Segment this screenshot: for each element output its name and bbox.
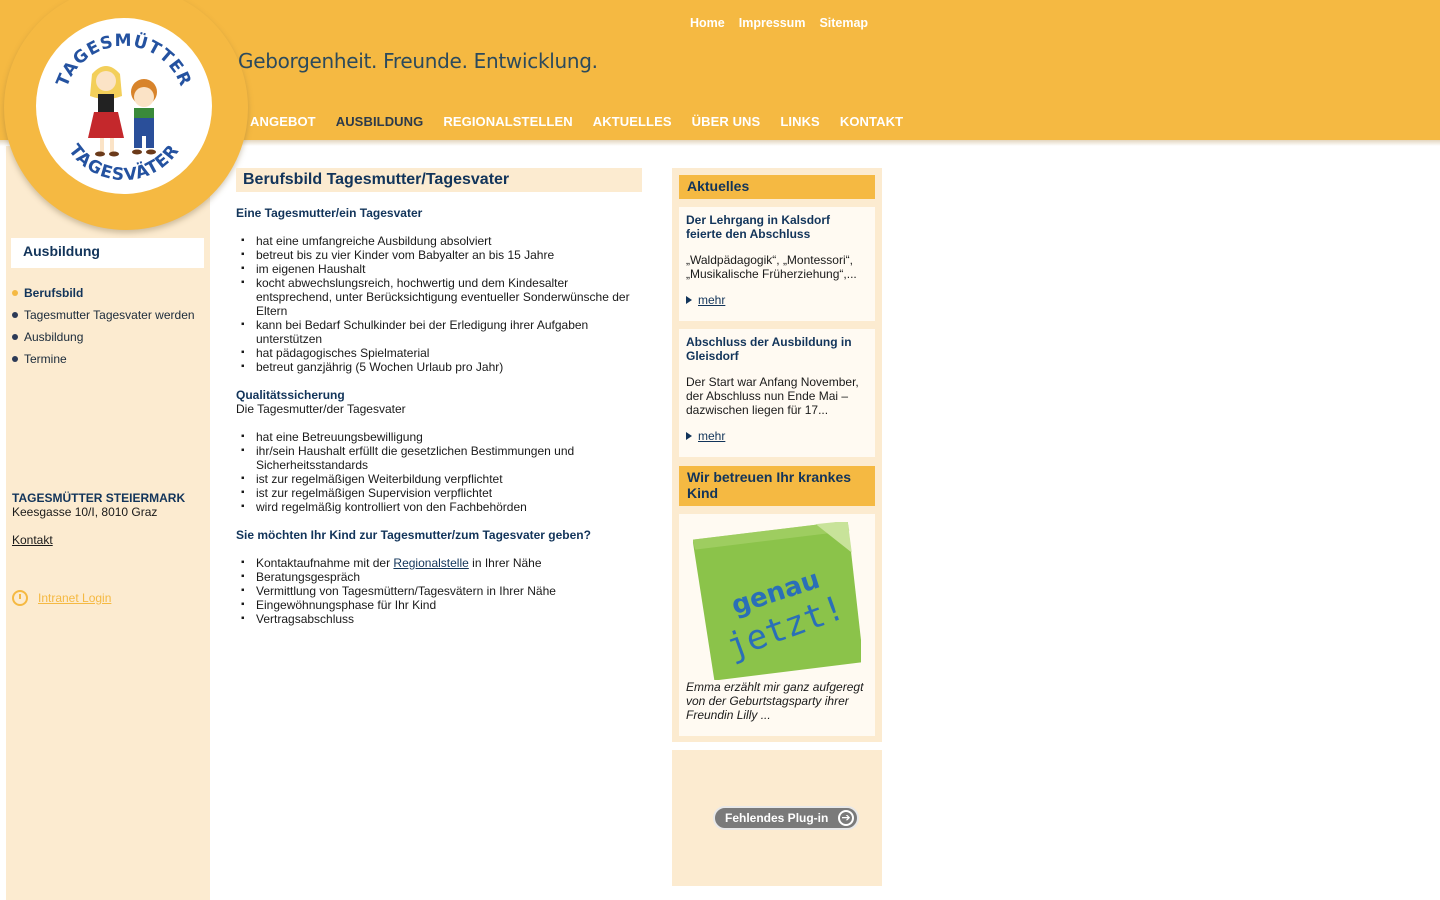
arrow-right-icon bbox=[686, 296, 692, 304]
plugin-label: Fehlendes Plug-in bbox=[725, 811, 829, 825]
news-title[interactable]: Der Lehrgang in Kalsdorf feierte den Abs… bbox=[686, 213, 868, 241]
sick-child-caption: Emma erzählt mir ganz aufgeregt von der … bbox=[686, 680, 864, 722]
nav-ueber-uns[interactable]: ÜBER UNS bbox=[692, 114, 761, 129]
news-more: mehr bbox=[686, 293, 868, 307]
news-more-link[interactable]: mehr bbox=[698, 429, 725, 443]
organisation-street: Keesgasse 10/I, 8010 Graz bbox=[12, 505, 158, 519]
main-content: Eine Tagesmutter/ein Tagesvater hat eine… bbox=[236, 206, 636, 640]
sick-child-heading: Wir betreuen Ihr krankes Kind bbox=[679, 466, 875, 506]
organisation-address: TAGESMÜTTER STEIERMARK Keesgasse 10/I, 8… bbox=[12, 491, 185, 519]
clock-icon bbox=[12, 590, 28, 606]
nav-home[interactable]: Home bbox=[690, 16, 725, 30]
list-item: Beratungsgespräch bbox=[236, 570, 636, 584]
news-title[interactable]: Abschluss der Ausbildung in Gleisdorf bbox=[686, 335, 868, 363]
list-item: Eingewöhnungsphase für Ihr Kind bbox=[236, 598, 636, 612]
subnav-item-berufsbild[interactable]: Berufsbild bbox=[12, 286, 195, 308]
list-item: im eigenen Haushalt bbox=[236, 262, 636, 276]
nav-ausbildung[interactable]: AUSBILDUNG bbox=[336, 114, 424, 129]
news-item: Abschluss der Ausbildung in Gleisdorf De… bbox=[679, 329, 875, 457]
arrow-circle-icon: ➔ bbox=[838, 810, 854, 826]
nav-regionalstellen[interactable]: REGIONALSTELLEN bbox=[443, 114, 572, 129]
news-more: mehr bbox=[686, 429, 868, 443]
logo-text-top: TAGESMÜTTER bbox=[53, 30, 194, 90]
sidebar-contact-link[interactable]: Kontakt bbox=[12, 533, 53, 547]
list-item: ist zur regelmäßigen Supervision verpfli… bbox=[236, 486, 636, 500]
svg-text:TAGESVÄTER: TAGESVÄTER bbox=[64, 141, 183, 186]
page-title: Berufsbild Tagesmutter/Tagesvater bbox=[236, 168, 642, 192]
section3-list: Kontaktaufnahme mit der Regionalstelle i… bbox=[236, 556, 636, 626]
section-heading: Qualitätssicherung bbox=[236, 388, 345, 402]
list-item: kann bei Bedarf Schulkinder bei der Erle… bbox=[236, 318, 636, 346]
girl-illustration bbox=[88, 66, 124, 157]
arrow-right-icon bbox=[686, 432, 692, 440]
intranet-login-link[interactable]: Intranet Login bbox=[38, 591, 111, 605]
subnav-item-ausbildung[interactable]: Ausbildung bbox=[12, 330, 195, 352]
news-more-link[interactable]: mehr bbox=[698, 293, 725, 307]
organisation-name: TAGESMÜTTER STEIERMARK bbox=[12, 491, 186, 505]
regionalstelle-link[interactable]: Regionalstelle bbox=[393, 556, 468, 570]
sick-child-teaser[interactable]: genau jetzt! Emma erzählt mir ganz aufge… bbox=[679, 514, 875, 736]
list-item: ist zur regelmäßigen Weiterbildung verpf… bbox=[236, 472, 636, 486]
tagline: Geborgenheit. Freunde. Entwicklung. bbox=[238, 49, 598, 73]
list-item: betreut bis zu vier Kinder vom Babyalter… bbox=[236, 248, 636, 262]
boy-illustration bbox=[131, 79, 157, 155]
top-navigation: Home Impressum Sitemap bbox=[690, 16, 868, 30]
nav-aktuelles[interactable]: AKTUELLES bbox=[593, 114, 672, 129]
logo[interactable]: TAGESMÜTTER TAGESVÄTER bbox=[36, 18, 212, 194]
logo-text-bottom: TAGESVÄTER bbox=[64, 141, 182, 186]
sub-navigation: Berufsbild Tagesmutter Tagesvater werden… bbox=[12, 286, 195, 374]
list-item: betreut ganzjährig (5 Wochen Urlaub pro … bbox=[236, 360, 636, 374]
nav-impressum[interactable]: Impressum bbox=[739, 16, 806, 30]
section-heading: Sie möchten Ihr Kind zur Tagesmutter/zum… bbox=[236, 528, 591, 542]
sticky-note-image[interactable]: genau jetzt! bbox=[693, 522, 861, 680]
list-item: wird regelmäßig kontrolliert von den Fac… bbox=[236, 500, 636, 514]
nav-sitemap[interactable]: Sitemap bbox=[819, 16, 868, 30]
list-item: hat pädagogisches Spielmaterial bbox=[236, 346, 636, 360]
nav-links[interactable]: LINKS bbox=[780, 114, 820, 129]
list-item: Vermittlung von Tagesmüttern/Tagesvätern… bbox=[236, 584, 636, 598]
subnav-item-termine[interactable]: Termine bbox=[12, 352, 195, 374]
list-item: ihr/sein Haushalt erfüllt die gesetzlich… bbox=[236, 444, 636, 472]
section2-list: hat eine Betreuungsbewilligung ihr/sein … bbox=[236, 430, 636, 514]
aktuelles-heading: Aktuelles bbox=[679, 175, 875, 199]
section1-list: hat eine umfangreiche Ausbildung absolvi… bbox=[236, 234, 636, 374]
nav-angebot[interactable]: ANGEBOT bbox=[250, 114, 316, 129]
list-item: Vertragsabschluss bbox=[236, 612, 636, 626]
svg-text:TAGESMÜTTER: TAGESMÜTTER bbox=[53, 30, 195, 90]
news-item: Der Lehrgang in Kalsdorf feierte den Abs… bbox=[679, 207, 875, 321]
list-item: hat eine Betreuungsbewilligung bbox=[236, 430, 636, 444]
nav-kontakt[interactable]: KONTAKT bbox=[840, 114, 903, 129]
news-text: Der Start war Anfang November, der Absch… bbox=[686, 375, 859, 417]
sidebar-title: Ausbildung bbox=[11, 238, 204, 268]
list-item: kocht abwechslungsreich, hochwertig und … bbox=[236, 276, 636, 318]
missing-plugin-button[interactable]: Fehlendes Plug-in ➔ bbox=[713, 806, 859, 830]
section-heading: Eine Tagesmutter/ein Tagesvater bbox=[236, 206, 423, 220]
section-intro: Die Tagesmutter/der Tagesvater bbox=[236, 402, 406, 416]
subnav-item-werden[interactable]: Tagesmutter Tagesvater werden bbox=[12, 308, 195, 330]
list-item-text: in Ihrer Nähe bbox=[468, 556, 542, 570]
list-item: hat eine umfangreiche Ausbildung absolvi… bbox=[236, 234, 636, 248]
intranet-login: Intranet Login bbox=[12, 590, 111, 606]
news-text: „Waldpädagogik“, „Montessori“, „Musikali… bbox=[686, 253, 857, 281]
list-item-text: Kontaktaufnahme mit der bbox=[256, 556, 394, 570]
main-navigation: ANGEBOT AUSBILDUNG REGIONALSTELLEN AKTUE… bbox=[250, 114, 903, 129]
list-item: Kontaktaufnahme mit der Regionalstelle i… bbox=[236, 556, 636, 570]
